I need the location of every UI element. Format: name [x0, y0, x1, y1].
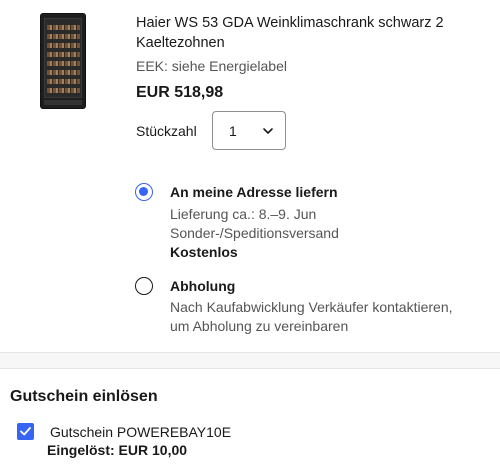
fridge-base — [44, 100, 82, 105]
cart-item: Haier WS 53 GDA Weinklimaschrank schwarz… — [0, 0, 500, 352]
wine-fridge-image — [41, 14, 85, 108]
coupon-checkbox[interactable] — [17, 423, 34, 440]
quantity-label: Stückzahl — [136, 123, 197, 139]
quantity-select[interactable]: 1 — [212, 111, 286, 150]
product-title[interactable]: Haier WS 53 GDA Weinklimaschrank schwarz… — [136, 13, 486, 53]
delivery-eta: Lieferung ca.: 8.–9. Jun — [170, 206, 317, 222]
coupon-name[interactable]: Gutschein POWEREBAY10E — [50, 423, 231, 441]
checkmark-icon — [20, 427, 31, 436]
product-price: EUR 518,98 — [136, 84, 224, 101]
pickup-info-line-1: Nach Kaufabwicklung Verkäufer kontaktier… — [170, 299, 453, 315]
pickup-info-line-2: um Abholung zu vereinbaren — [170, 318, 349, 334]
delivery-home-title[interactable]: An meine Adresse liefern — [170, 183, 338, 201]
delivery-cost: Kostenlos — [170, 244, 238, 260]
delivery-pickup-radio[interactable] — [135, 277, 153, 295]
fridge-glass-door — [44, 18, 82, 98]
chevron-down-icon — [263, 128, 273, 134]
quantity-value: 1 — [229, 123, 237, 139]
coupon-heading: Gutschein einlösen — [10, 388, 158, 405]
section-divider — [0, 352, 500, 369]
energy-label-link[interactable]: EEK: siehe Energielabel — [136, 57, 287, 75]
product-image[interactable] — [36, 12, 90, 110]
delivery-pickup-title[interactable]: Abholung — [170, 277, 235, 295]
coupon-applied-amount: Eingelöst: EUR 10,00 — [47, 442, 188, 458]
delivery-method: Sonder-/Speditionsversand — [170, 225, 339, 241]
delivery-home-radio[interactable] — [135, 183, 153, 201]
